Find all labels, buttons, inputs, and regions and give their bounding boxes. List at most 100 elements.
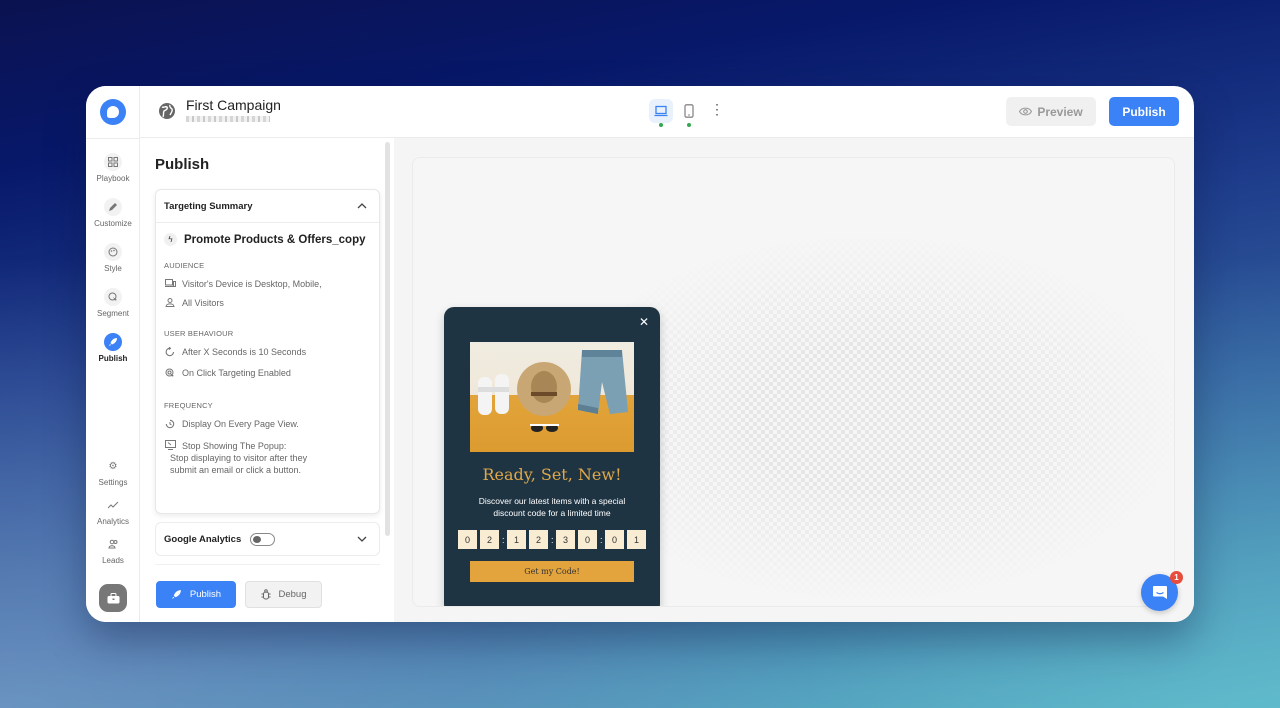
rail-item-customize[interactable]: Customize <box>86 198 140 228</box>
on-click-text: On Click Targeting Enabled <box>182 368 291 378</box>
laptop-icon <box>654 105 668 117</box>
chat-icon <box>1152 586 1167 599</box>
panel-title: Publish <box>155 156 210 173</box>
rail-item-label: Settings <box>98 478 128 487</box>
rail-divider <box>86 138 140 139</box>
rail-item-publish[interactable]: Publish <box>86 333 140 363</box>
preview-canvas: ✕ Ready, Set, New! Discover our latest i… <box>394 138 1194 622</box>
stop-showing-title: Stop Showing The Popup: <box>182 441 287 451</box>
briefcase-icon[interactable] <box>99 584 127 612</box>
rail-item-leads[interactable]: Leads <box>86 535 140 565</box>
rail-item-label: Publish <box>98 354 128 363</box>
rail-item-label: Playbook <box>96 174 130 183</box>
stop-showing-line1: Stop displaying to visitor after they <box>170 453 308 463</box>
behaviour-row: After X Seconds is 10 Seconds <box>156 346 379 359</box>
status-dot <box>687 123 691 127</box>
bug-icon <box>261 589 270 600</box>
debug-button[interactable]: Debug <box>245 581 322 608</box>
globe-icon <box>158 102 176 120</box>
rocket-icon <box>104 333 122 351</box>
users-icon <box>164 298 176 309</box>
preview-button[interactable]: Preview <box>1006 97 1096 126</box>
status-dot <box>659 123 663 127</box>
frequency-label: FREQUENCY <box>164 401 213 410</box>
stop-showing-line2: submit an email or click a button. <box>170 465 302 475</box>
target-click-icon <box>164 368 176 380</box>
history-icon <box>164 419 176 431</box>
chat-launcher[interactable]: 1 <box>1141 571 1183 611</box>
google-analytics-toggle[interactable] <box>250 532 276 546</box>
display-every-page-text: Display On Every Page View. <box>182 419 299 429</box>
rail-item-label: Leads <box>102 556 124 565</box>
rail-item-segment[interactable]: Segment <box>86 288 140 318</box>
pencil-icon <box>104 198 122 216</box>
rail-item-style[interactable]: Style <box>86 243 140 273</box>
publish-campaign-button[interactable]: Publish <box>156 581 236 608</box>
campaign-name-row: ϟ Promote Products & Offers_copy <box>156 223 379 246</box>
timer-digit: 0 <box>458 530 477 549</box>
google-analytics-label: Google Analytics <box>164 533 242 545</box>
more-options-icon[interactable]: ⋮ <box>710 102 724 116</box>
popup-description: Discover our latest items with a special… <box>478 496 626 518</box>
stop-popup-icon <box>164 440 176 452</box>
target-click-icon <box>104 288 122 306</box>
popup-hero-image <box>470 342 634 452</box>
rail-item-analytics[interactable]: Analytics <box>86 496 140 526</box>
chevron-down-icon[interactable] <box>357 534 367 545</box>
desktop-view-button[interactable] <box>649 99 673 127</box>
rail-item-playbook[interactable]: Playbook <box>86 153 140 183</box>
debug-label: Debug <box>278 589 307 600</box>
user-behaviour-label: USER BEHAVIOUR <box>164 329 234 338</box>
timer-separator: : <box>502 534 505 545</box>
timer-digit: 3 <box>556 530 575 549</box>
app-window: Playbook Customize Style Segment Publish <box>86 86 1194 622</box>
campaign-name: Promote Products & Offers_copy <box>184 233 366 246</box>
timer-digit: 2 <box>480 530 499 549</box>
app-logo[interactable] <box>100 99 126 125</box>
frequency-row: Stop Showing The Popup: Stop displaying … <box>156 440 379 476</box>
trend-icon <box>104 496 122 514</box>
preview-stage: ✕ Ready, Set, New! Discover our latest i… <box>412 157 1175 607</box>
rail-item-label: Style <box>104 264 122 273</box>
targeting-summary-header[interactable]: Targeting Summary <box>156 190 379 223</box>
rail-item-settings[interactable]: ⚙ Settings <box>86 457 140 488</box>
timer-digit: 2 <box>529 530 548 549</box>
frequency-row: Display On Every Page View. <box>156 419 379 431</box>
campaign-popup: ✕ Ready, Set, New! Discover our latest i… <box>444 307 660 606</box>
rail-item-label: Customize <box>94 219 132 228</box>
audience-row: All Visitors <box>156 298 379 309</box>
gear-icon: ⚙ <box>108 460 118 472</box>
chevron-up-icon <box>357 201 367 212</box>
audience-device-text: Visitor's Device is Desktop, Mobile, <box>182 279 322 289</box>
mobile-view-button[interactable] <box>677 99 701 127</box>
audience-label: AUDIENCE <box>164 261 205 270</box>
targeting-summary-card: Targeting Summary ϟ Promote Products & O… <box>155 189 380 514</box>
stop-showing-text: Stop Showing The Popup: Stop displaying … <box>170 440 307 476</box>
popup-title: Ready, Set, New! <box>482 465 622 484</box>
get-code-button[interactable]: Get my Code! <box>470 561 634 582</box>
grid-icon <box>104 153 122 171</box>
publish-label: Publish <box>189 589 222 600</box>
users-icon <box>104 535 122 553</box>
targeting-summary-title: Targeting Summary <box>164 200 253 212</box>
devices-icon <box>164 279 176 289</box>
palette-icon <box>104 243 122 261</box>
divider <box>155 564 380 565</box>
audience-row: Visitor's Device is Desktop, Mobile, <box>156 279 379 289</box>
left-rail: Playbook Customize Style Segment Publish <box>86 86 140 622</box>
preview-label: Preview <box>1037 104 1083 119</box>
rail-item-label: Analytics <box>96 517 129 526</box>
close-icon[interactable]: ✕ <box>639 316 649 328</box>
timer-refresh-icon <box>164 346 176 359</box>
publish-button[interactable]: Publish <box>1109 97 1179 126</box>
campaign-url-redacted <box>186 116 270 122</box>
behaviour-row: On Click Targeting Enabled <box>156 368 379 380</box>
panel-scrollbar[interactable] <box>385 142 390 536</box>
rocket-icon <box>172 590 181 599</box>
timer-separator: : <box>551 534 554 545</box>
google-analytics-card[interactable]: Google Analytics <box>155 522 380 556</box>
timer-separator: : <box>600 534 603 545</box>
top-header: First Campaign ⋮ Preview Publish <box>140 86 1194 138</box>
timer-digit: 1 <box>627 530 646 549</box>
timer-digit: 0 <box>605 530 624 549</box>
